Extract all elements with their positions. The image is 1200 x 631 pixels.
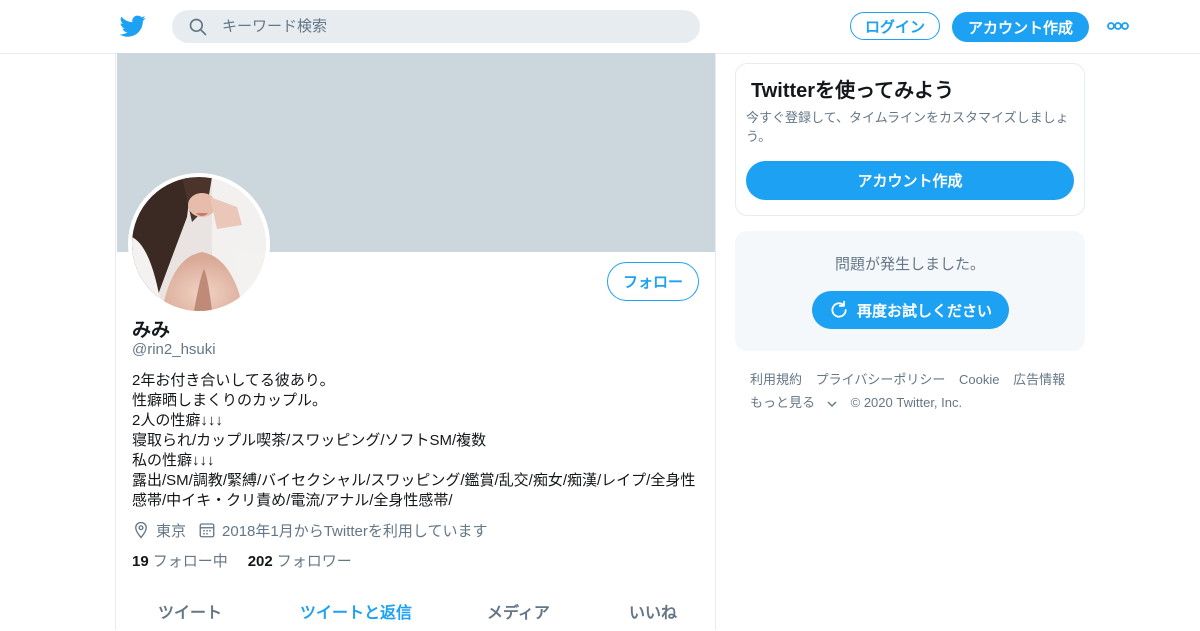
signup-card-description: 今すぐ登録して、タイムラインをカスタマイズしましょう。 [746, 110, 1069, 144]
following-count: 19 [132, 553, 149, 570]
footer-more-label: もっと見る [750, 395, 816, 410]
footer-privacy-link[interactable]: プライバシーポリシー [816, 372, 946, 387]
following-label: フォロー中 [152, 553, 228, 570]
follow-button[interactable]: フォロー [607, 262, 699, 301]
footer-ads-link[interactable]: 広告情報 [1013, 372, 1065, 387]
signup-card-button[interactable]: アカウント作成 [746, 161, 1074, 200]
more-dots-icon[interactable] [1107, 20, 1129, 32]
profile-joined: 2018年1月からTwitterを利用しています [222, 522, 488, 540]
bio-line: 2人の性癖↓↓↓ [132, 412, 223, 429]
follow-counts: 19 フォロー中 202 フォロワー [132, 550, 352, 571]
tab-media[interactable]: メディア [487, 599, 550, 623]
tab-likes[interactable]: いいね [629, 599, 677, 623]
error-message: 問題が発生しました。 [834, 256, 985, 273]
top-header: ログイン アカウント作成 [0, 0, 1200, 54]
tab-tweets[interactable]: ツイート [158, 599, 222, 623]
tab-tweets-and-replies[interactable]: ツイートと返信 [300, 599, 412, 623]
refresh-icon [831, 300, 847, 318]
bio-line: 2年お付き合いしてる彼あり。 [132, 372, 335, 389]
bio-line: 私の性癖↓↓↓ [132, 452, 215, 469]
profile-tabs: ツイート ツイートと返信 メディア いいね [117, 591, 715, 631]
chevron-down-icon [827, 401, 837, 407]
bio-line: 寝取られ/カップル喫茶/スワッピング/ソフトSM/複数 [132, 432, 487, 449]
profile-bio: 2年お付き合いしてる彼あり。 性癖晒しまくりのカップル。 2人の性癖↓↓↓ 寝取… [132, 371, 702, 511]
footer-more-link[interactable]: もっと見る [750, 395, 837, 410]
profile-column: フォロー みみ @rin2_hsuki 2年お付き合いしてる彼あり。 性癖晒しま… [115, 53, 716, 630]
bio-line: 感帯/中イキ・クリ責め/電流/アナル/全身性感帯/ [132, 492, 453, 509]
signup-card-title: Twitterを使ってみよう [751, 80, 955, 102]
profile-meta: 東京 2018年1月からTwitterを利用しています [132, 519, 487, 541]
footer-copyright: © 2020 Twitter, Inc. [850, 395, 963, 410]
search-icon [189, 18, 207, 36]
followers-link[interactable]: 202 フォロワー [248, 550, 352, 571]
footer-cookie-link[interactable]: Cookie [959, 372, 999, 387]
profile-handle[interactable]: @rin2_hsuki [132, 341, 216, 358]
avatar-frame [128, 173, 270, 315]
followers-label: フォロワー [276, 553, 352, 570]
login-button[interactable]: ログイン [850, 12, 940, 40]
avatar-photo [132, 177, 266, 311]
error-card: 問題が発生しました。 再度お試しください [735, 231, 1085, 351]
search-input[interactable] [222, 10, 682, 43]
calendar-icon [199, 523, 215, 538]
location-icon [135, 521, 147, 539]
footer-terms-link[interactable]: 利用規約 [750, 372, 802, 387]
retry-button[interactable]: 再度お試しください [812, 291, 1009, 329]
twitter-bird-icon[interactable] [119, 13, 147, 39]
followers-count: 202 [247, 553, 273, 570]
bio-line: 露出/SM/調教/緊縛/バイセクシャル/スワッピング/鑑賞/乱交/痴女/痴漢/レ… [132, 472, 696, 489]
profile-location: 東京 [156, 522, 187, 540]
avatar[interactable] [132, 177, 266, 311]
retry-label: 再度お試しください [856, 302, 992, 320]
following-link[interactable]: 19 フォロー中 [132, 550, 228, 571]
bio-line: 性癖晒しまくりのカップル。 [132, 392, 328, 409]
profile-name: みみ [132, 320, 171, 341]
signup-button[interactable]: アカウント作成 [952, 12, 1089, 42]
sidebar-footer: 利用規約 プライバシーポリシー Cookie 広告情報 もっと見る © 2020… [750, 368, 1080, 414]
signup-card: Twitterを使ってみよう 今すぐ登録して、タイムラインをカスタマイズしましょ… [735, 63, 1085, 216]
search-bar[interactable] [172, 10, 700, 43]
